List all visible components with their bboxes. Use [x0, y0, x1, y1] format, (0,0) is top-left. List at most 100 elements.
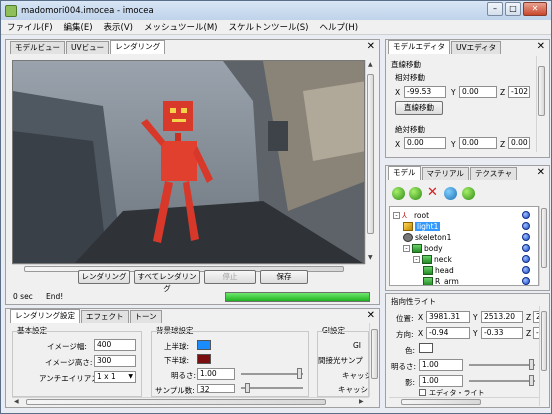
- scroll-thumb[interactable]: [371, 329, 378, 379]
- render-button[interactable]: レンダリング: [78, 270, 130, 284]
- add-mesh-icon[interactable]: [392, 187, 405, 200]
- scroll-thumb[interactable]: [541, 208, 547, 268]
- collapse-icon[interactable]: -: [393, 211, 400, 219]
- visibility-icon[interactable]: [522, 233, 530, 241]
- tree-item-label: R_arm: [435, 276, 459, 286]
- light-direction-y[interactable]: -0.33: [481, 327, 523, 339]
- image-height-field[interactable]: 300: [94, 355, 136, 367]
- visibility-icon[interactable]: [522, 222, 530, 230]
- tab-render-settings[interactable]: レンダリング設定: [10, 309, 80, 323]
- close-icon[interactable]: ✕: [367, 41, 375, 52]
- z-label: Z: [526, 329, 532, 338]
- close-button[interactable]: ✕: [523, 2, 547, 16]
- tab-uv-view[interactable]: UVビュー: [66, 41, 110, 54]
- light-direction-x[interactable]: -0.94: [426, 327, 470, 339]
- scroll-right-icon[interactable]: ▶: [359, 398, 364, 405]
- relative-z-field[interactable]: -102: [508, 86, 530, 98]
- maximize-button[interactable]: □: [505, 2, 521, 16]
- light-brightness-field[interactable]: 1.00: [419, 359, 463, 371]
- collapse-icon[interactable]: -: [403, 244, 410, 252]
- absolute-y-field[interactable]: 0.00: [459, 137, 497, 149]
- slider-thumb[interactable]: [529, 359, 534, 370]
- tab-tone[interactable]: トーン: [129, 310, 162, 323]
- menu-edit[interactable]: 編集(E): [64, 21, 93, 33]
- scroll-thumb[interactable]: [541, 311, 547, 371]
- delete-icon[interactable]: ✕: [426, 186, 439, 200]
- light-vertical-scrollbar[interactable]: [539, 306, 548, 406]
- link-icon[interactable]: [444, 187, 457, 200]
- relative-x-field[interactable]: -99.53: [404, 86, 446, 98]
- absolute-move-heading: 絶対移動: [395, 125, 425, 134]
- slider-thumb[interactable]: [245, 383, 250, 393]
- scroll-up-icon[interactable]: ▲: [368, 61, 373, 68]
- menu-view[interactable]: 表示(V): [104, 21, 133, 33]
- tab-material[interactable]: マテリアル: [421, 167, 469, 180]
- tab-model-view[interactable]: モデルビュー: [10, 41, 65, 54]
- menu-mesh-tools[interactable]: メッシュツール(M): [144, 21, 217, 33]
- background-brightness-slider[interactable]: [241, 373, 303, 375]
- light-position-x[interactable]: 3981.31: [426, 311, 470, 323]
- absolute-x-field[interactable]: 0.00: [404, 137, 446, 149]
- close-icon[interactable]: ✕: [537, 41, 545, 52]
- close-icon[interactable]: ✕: [367, 310, 375, 321]
- scroll-thumb[interactable]: [538, 66, 545, 116]
- scroll-thumb[interactable]: [401, 399, 481, 405]
- light-color-swatch[interactable]: [419, 343, 433, 353]
- tree-item[interactable]: R_arm: [390, 275, 538, 286]
- model-editor-scrollbar[interactable]: [536, 56, 546, 152]
- shadow-slider[interactable]: [469, 380, 535, 382]
- settings-horizontal-scrollbar[interactable]: ◀ ▶: [12, 397, 369, 406]
- tab-model[interactable]: モデル: [388, 166, 421, 180]
- settings-vertical-scrollbar[interactable]: [369, 323, 379, 397]
- slider-thumb[interactable]: [297, 368, 302, 379]
- mesh-icon: [423, 276, 433, 285]
- light-brightness-slider[interactable]: [469, 364, 535, 366]
- tree-scrollbar[interactable]: [539, 206, 548, 286]
- scroll-left-icon[interactable]: ◀: [14, 398, 19, 405]
- scroll-thumb[interactable]: [367, 74, 374, 234]
- light-horizontal-scrollbar[interactable]: [389, 397, 539, 406]
- background-brightness-field[interactable]: 1.00: [197, 368, 235, 380]
- shadow-field[interactable]: 1.00: [419, 375, 463, 387]
- antialias-dropdown[interactable]: 1 x 1 ▼: [94, 371, 136, 383]
- image-width-field[interactable]: 400: [94, 339, 136, 351]
- light-icon: [403, 221, 413, 231]
- render-status: End!: [46, 292, 64, 301]
- tab-rendering[interactable]: レンダリング: [110, 40, 166, 54]
- close-icon[interactable]: ✕: [537, 167, 545, 178]
- menu-help[interactable]: ヘルプ(H): [320, 21, 359, 33]
- editor-light-checkbox[interactable]: [419, 389, 426, 396]
- tab-uv-editor[interactable]: UVエディタ: [450, 41, 502, 54]
- menu-file[interactable]: ファイル(F): [7, 21, 53, 33]
- samples-slider[interactable]: [241, 387, 303, 389]
- relative-y-field[interactable]: 0.00: [459, 86, 497, 98]
- lower-hemisphere-color[interactable]: [197, 354, 211, 364]
- minimize-button[interactable]: –: [487, 2, 503, 16]
- add-object-icon[interactable]: [409, 187, 422, 200]
- save-button[interactable]: 保存: [260, 270, 308, 284]
- visibility-icon[interactable]: [522, 255, 530, 263]
- stop-button[interactable]: 停止: [204, 270, 256, 284]
- tab-texture[interactable]: テクスチャ: [469, 167, 518, 180]
- visibility-icon[interactable]: [522, 211, 530, 219]
- tab-model-editor[interactable]: モデルエディタ: [388, 40, 450, 54]
- viewport-vertical-scrollbar[interactable]: ▲ ▼: [365, 60, 375, 264]
- render-all-button[interactable]: すべてレンダリング: [134, 270, 200, 293]
- tab-effects[interactable]: エフェクト: [81, 310, 129, 323]
- light-position-y[interactable]: 2513.20: [481, 311, 523, 323]
- samples-field[interactable]: 32: [197, 384, 235, 393]
- menu-skeleton-tools[interactable]: スケルトンツール(S): [228, 21, 308, 33]
- y-label: Y: [451, 88, 456, 97]
- merge-icon[interactable]: [462, 187, 475, 200]
- scroll-thumb[interactable]: [26, 399, 326, 405]
- x-label: X: [418, 329, 424, 338]
- collapse-icon[interactable]: -: [413, 255, 420, 263]
- scroll-down-icon[interactable]: ▼: [368, 254, 373, 261]
- linear-move-button[interactable]: 直線移動: [395, 101, 443, 115]
- absolute-z-field[interactable]: 0.00: [508, 137, 530, 149]
- upper-hemisphere-color[interactable]: [197, 340, 211, 350]
- slider-thumb[interactable]: [529, 375, 534, 386]
- visibility-icon[interactable]: [522, 244, 530, 252]
- visibility-icon[interactable]: [522, 277, 530, 285]
- visibility-icon[interactable]: [522, 266, 530, 274]
